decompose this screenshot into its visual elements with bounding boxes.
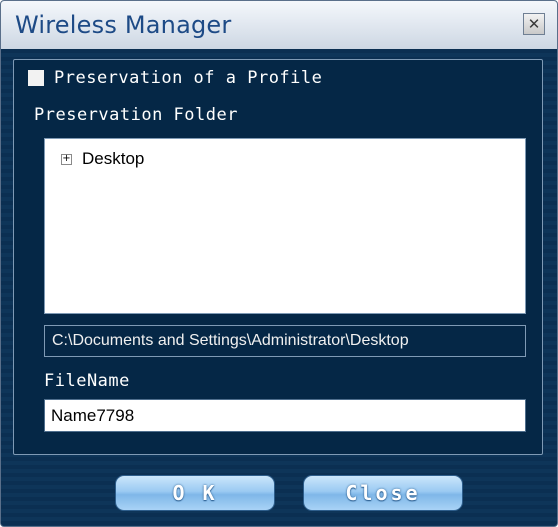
- window-title: Wireless Manager: [15, 11, 232, 39]
- dialog-body: Preservation of a Profile Preservation F…: [1, 49, 557, 526]
- wireless-manager-window: Wireless Manager ✕ Preservation of a Pro…: [0, 0, 558, 527]
- preservation-checkbox[interactable]: [28, 70, 44, 86]
- folder-tree[interactable]: + Desktop: [44, 138, 526, 314]
- title-bar[interactable]: Wireless Manager ✕: [1, 1, 557, 50]
- filename-label: FileName: [44, 371, 130, 391]
- plus-expander-icon[interactable]: +: [61, 153, 72, 165]
- preservation-folder-label: Preservation Folder: [34, 105, 238, 125]
- close-icon[interactable]: ✕: [523, 13, 545, 35]
- ok-button[interactable]: O K: [115, 475, 275, 511]
- close-button[interactable]: Close: [303, 475, 463, 511]
- preservation-checkbox-label: Preservation of a Profile: [54, 68, 323, 88]
- tree-item-label: Desktop: [82, 149, 145, 168]
- tree-item-desktop[interactable]: + Desktop: [61, 149, 144, 169]
- folder-path-display: C:\Documents and Settings\Administrator\…: [44, 325, 526, 357]
- profile-panel: Preservation of a Profile Preservation F…: [13, 59, 543, 455]
- filename-input[interactable]: [44, 399, 526, 432]
- preservation-checkbox-row[interactable]: Preservation of a Profile: [28, 68, 322, 88]
